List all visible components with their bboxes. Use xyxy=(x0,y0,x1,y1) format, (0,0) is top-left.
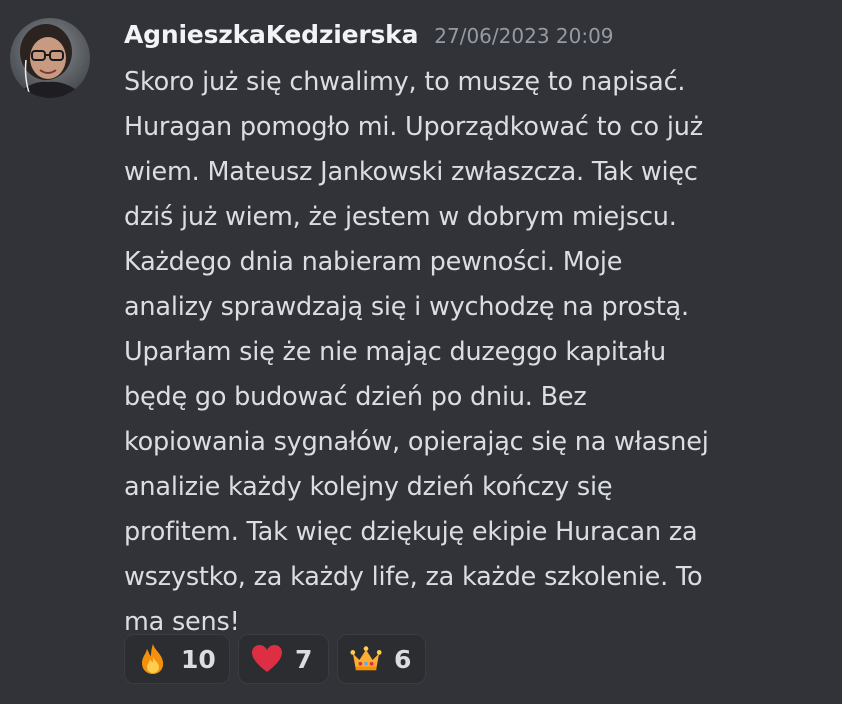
user-avatar[interactable] xyxy=(10,18,90,98)
message-line: Skoro już się chwalimy, to muszę to napi… xyxy=(124,67,686,97)
message-line: wszystko, za każdy life, za każde szkole… xyxy=(124,562,703,592)
chat-message: AgnieszkaKedzierska 27/06/2023 20:09 Sko… xyxy=(0,0,842,704)
reaction-heart[interactable]: 7 xyxy=(238,634,329,684)
timestamp[interactable]: 27/06/2023 20:09 xyxy=(434,24,613,48)
message-line: dziś już wiem, że jestem w dobrym miejsc… xyxy=(124,202,677,232)
username[interactable]: AgnieszkaKedzierska xyxy=(124,20,418,49)
fire-icon xyxy=(137,643,169,675)
message-line: analizie każdy kolejny dzień kończy się xyxy=(124,472,613,502)
avatar-photo xyxy=(10,18,90,98)
reaction-count: 7 xyxy=(295,644,313,674)
reaction-crown[interactable]: 6 xyxy=(337,634,426,684)
message-line: Każdego dnia nabieram pewności. Moje xyxy=(124,247,623,277)
message-line: będę go budować dzień po dniu. Bez xyxy=(124,382,587,412)
message-line: wiem. Mateusz Jankowski zwłaszcza. Tak w… xyxy=(124,157,698,187)
crown-icon xyxy=(350,643,382,675)
message-line: Uparłam się że nie mając duzeggo kapitał… xyxy=(124,337,667,367)
message-line: profitem. Tak więc dziękuję ekipie Hurac… xyxy=(124,517,698,547)
message-line: kopiowania sygnałów, opierając się na wł… xyxy=(124,427,709,457)
reaction-count: 10 xyxy=(181,644,216,674)
reaction-fire[interactable]: 10 xyxy=(124,634,230,684)
message-header: AgnieszkaKedzierska 27/06/2023 20:09 xyxy=(124,20,614,60)
message-line: analizy sprawdzają się i wychodzę na pro… xyxy=(124,292,689,322)
message-line: Huragan pomogło mi. Uporządkować to co j… xyxy=(124,112,703,142)
reaction-count: 6 xyxy=(394,644,412,674)
heart-icon xyxy=(251,643,283,675)
message-body: Skoro już się chwalimy, to muszę to napi… xyxy=(124,60,784,645)
reactions-bar: 10 7 6 xyxy=(124,634,426,684)
